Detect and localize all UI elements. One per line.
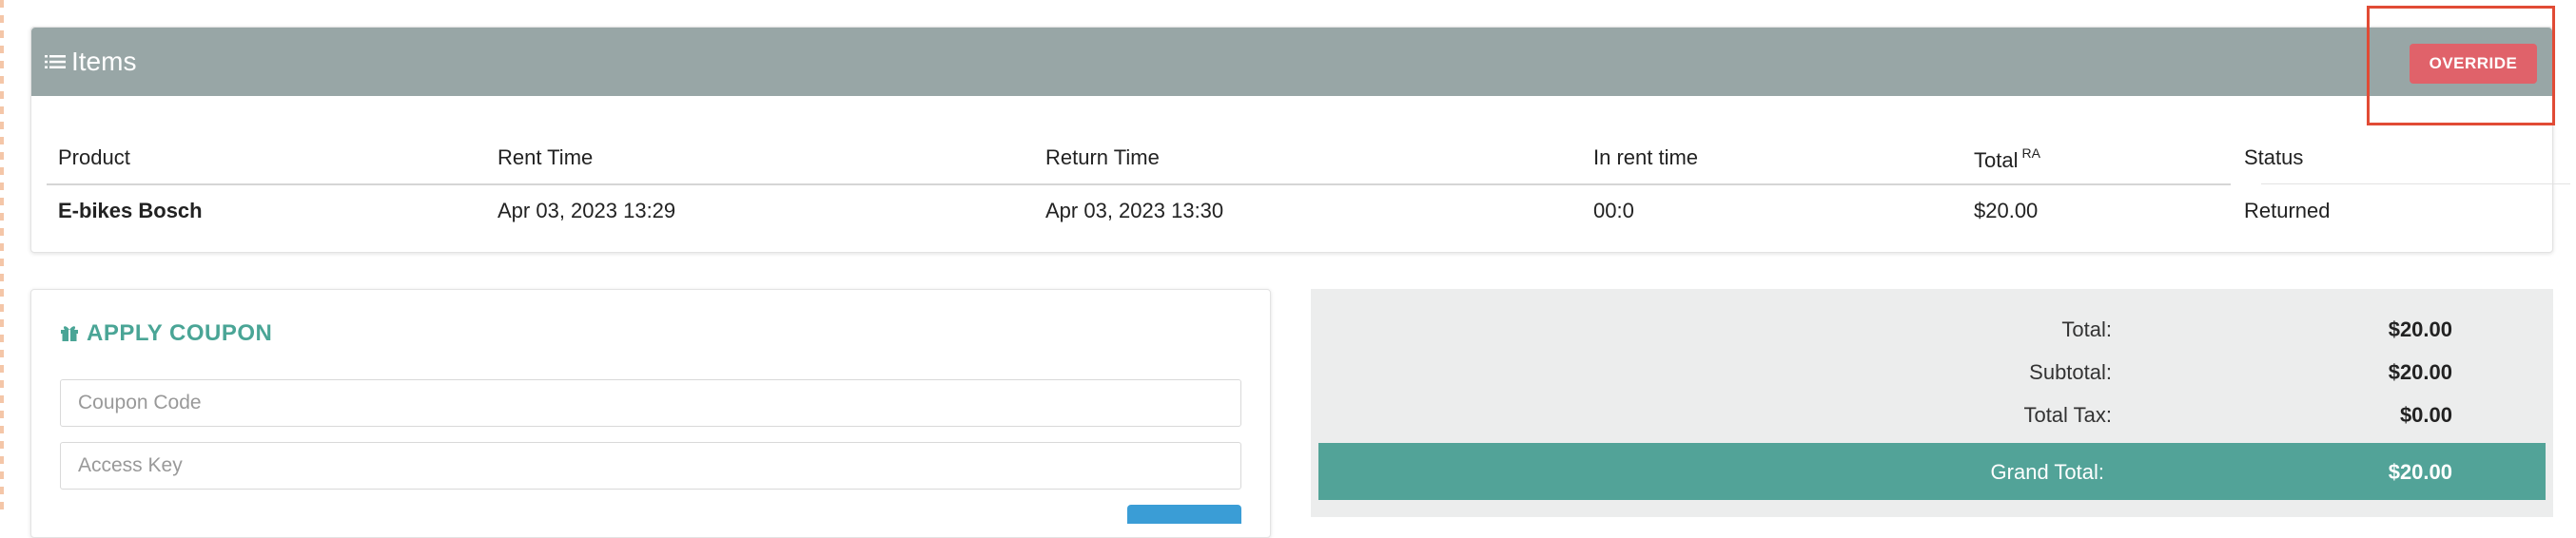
override-button[interactable]: OVERRIDE (2410, 44, 2537, 84)
coupon-title: APPLY COUPON (60, 320, 272, 347)
table-header-divider (47, 183, 2231, 185)
apply-coupon-panel: APPLY COUPON (30, 289, 1271, 538)
grand-total-label: Grand Total: (1990, 460, 2104, 484)
gift-icon (61, 326, 78, 341)
cell-product: E-bikes Bosch (58, 199, 203, 222)
page-edge-decoration (0, 0, 4, 509)
column-header-product: Product (58, 145, 130, 169)
list-icon (45, 55, 66, 68)
cell-status: Returned (2244, 199, 2331, 222)
column-header-total-label: Total (1974, 148, 2019, 172)
column-header-status: Status (2244, 145, 2304, 169)
column-header-rent-time: Rent Time (498, 145, 594, 169)
total-tax-label: Total Tax: (2023, 403, 2112, 427)
subtotal-value: $20.00 (2388, 360, 2452, 384)
grand-total-bar: Grand Total: $20.00 (1318, 443, 2546, 500)
total-label: Total: (2061, 317, 2112, 341)
totals-panel: Total: $20.00 Subtotal: $20.00 Total Tax… (1311, 289, 2553, 517)
column-header-total: Total RA (1974, 145, 2040, 173)
subtotal-label: Subtotal: (2029, 360, 2112, 384)
total-value: $20.00 (2388, 317, 2452, 341)
items-title: Items (71, 47, 137, 76)
grand-total-value: $20.00 (2388, 460, 2452, 484)
column-header-in-rent-time: In rent time (1593, 145, 1699, 169)
coupon-title-text: APPLY COUPON (87, 320, 273, 346)
total-tax-value: $0.00 (2399, 403, 2452, 427)
apply-coupon-button[interactable] (1127, 505, 1241, 524)
table-header-divider-status (2261, 183, 2570, 184)
cell-return-time: Apr 03, 2023 13:30 (1045, 199, 1224, 222)
cell-total: $20.00 (1974, 199, 2039, 222)
coupon-code-input[interactable] (60, 379, 1241, 427)
column-header-total-sup: RA (2021, 145, 2040, 161)
items-header: Items OVERRIDE (31, 28, 2552, 96)
access-key-input[interactable] (60, 442, 1241, 490)
column-header-return-time: Return Time (1045, 145, 1160, 169)
cell-in-rent-time: 00:0 (1593, 199, 1634, 222)
cell-rent-time: Apr 03, 2023 13:29 (498, 199, 676, 222)
items-panel: Items OVERRIDE Product Rent Time Return … (30, 27, 2570, 253)
